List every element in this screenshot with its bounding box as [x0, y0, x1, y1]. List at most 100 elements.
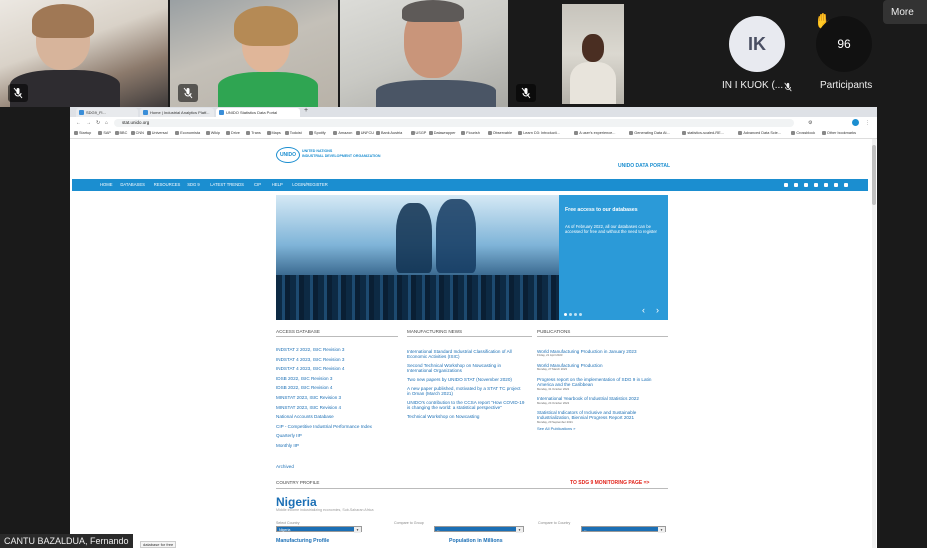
publication-link[interactable]: World Manufacturing Production Monday, 27… — [537, 363, 603, 372]
bookmark-item[interactable]: Other bookmarks — [821, 130, 856, 137]
participants-count[interactable]: 96 — [816, 16, 872, 72]
news-link[interactable]: International Standard Industrial Classi… — [407, 349, 512, 360]
database-link[interactable]: MINSTAT 2023, ISIC Revision 4 — [276, 405, 341, 410]
database-link[interactable]: INDSTAT 4 2023, ISIC Revision 3 — [276, 357, 344, 362]
carousel-next-icon[interactable]: › — [656, 305, 659, 315]
video-tile-participant-1[interactable] — [0, 0, 168, 107]
bookmark-item[interactable]: CNN — [130, 130, 144, 137]
bookmark-item[interactable]: Todoist — [284, 130, 302, 137]
menu-item[interactable]: RESOURCES — [154, 182, 181, 187]
more-button[interactable]: More — [883, 0, 927, 24]
back-icon[interactable]: ← — [76, 120, 81, 126]
video-tile-participant-4[interactable] — [562, 4, 624, 104]
database-link[interactable]: National Accounts Database — [276, 414, 334, 419]
facebook-icon[interactable] — [784, 182, 788, 187]
instagram-icon[interactable] — [844, 182, 848, 187]
bookmark-item[interactable]: USGP — [410, 130, 426, 137]
carousel-prev-icon[interactable]: ‹ — [642, 305, 645, 315]
news-link[interactable]: A new paper published, motivated by a ST… — [407, 386, 521, 397]
home-icon[interactable]: ⌂ — [105, 120, 108, 126]
carousel-dot[interactable] — [564, 313, 567, 316]
see-all-publications-link[interactable]: See All Publications » — [537, 426, 575, 431]
participants-label[interactable]: Participants — [820, 80, 872, 91]
linkedin-icon[interactable] — [824, 182, 828, 187]
publication-link[interactable]: World Manufacturing Production in Januar… — [537, 349, 637, 358]
bookmark-item[interactable]: Learn D3: Introducti... — [518, 130, 560, 137]
compare-group-dropdown[interactable]: -- ▾ — [434, 526, 524, 533]
bookmark-item[interactable]: Advanced Data Scie... — [738, 130, 781, 137]
publication-link[interactable]: Statistical Indicators of Inclusive and … — [537, 410, 636, 424]
forward-icon[interactable]: → — [86, 120, 91, 126]
portal-label[interactable]: UNIDO DATA PORTAL — [618, 163, 670, 169]
bookmark-item[interactable]: Drive — [226, 130, 240, 137]
twitter-icon[interactable] — [794, 182, 798, 187]
publication-link[interactable]: International Yearbook of Industrial Sta… — [537, 396, 639, 405]
publication-link[interactable]: Progress report on the implementation of… — [537, 377, 651, 391]
bookmark-item[interactable]: Datawrapper — [428, 130, 456, 137]
bookmark-item[interactable]: A user's experience... — [574, 130, 615, 137]
database-link[interactable]: INDSTAT 2 2022, ISIC Revision 3 — [276, 347, 344, 352]
url-input[interactable]: stat.unido.org — [114, 119, 794, 127]
bookmark-item[interactable]: Maps — [266, 130, 281, 137]
unido-logo[interactable]: UNIDO — [276, 147, 300, 163]
reload-icon[interactable]: ↻ — [96, 120, 100, 126]
carousel-dot[interactable] — [574, 313, 577, 316]
browser-tab-active[interactable]: UNIDO Statistics Data Portal — [216, 108, 300, 117]
youtube-icon[interactable] — [814, 182, 818, 187]
bookmark-item[interactable]: Startup — [74, 130, 91, 137]
bookmark-item[interactable]: BBC — [114, 130, 127, 137]
bookmark-item[interactable]: Bank Austria — [375, 130, 402, 137]
database-link[interactable]: IDSB 2022, ISIC Revision 3 — [276, 376, 332, 381]
menu-item[interactable]: SDG 9 — [187, 182, 200, 187]
bookmark-item[interactable]: Universal — [146, 130, 168, 137]
bookmark-item[interactable]: Amazon — [333, 130, 352, 137]
bookmark-item[interactable]: Economista — [175, 130, 200, 137]
database-link[interactable]: Monthly IIP — [276, 443, 299, 448]
database-link[interactable]: INDSTAT 4 2023, ISIC Revision 4 — [276, 366, 344, 371]
bookmark-item[interactable]: Observable — [487, 130, 512, 137]
scrollbar-thumb[interactable] — [872, 145, 876, 205]
database-link[interactable]: IDSB 2022, ISIC Revision 4 — [276, 385, 332, 390]
compare-country-dropdown[interactable]: -- ▾ — [581, 526, 666, 533]
menu-item[interactable]: LOGIN/REGISTER — [292, 182, 328, 187]
bookmark-item[interactable]: Trans — [246, 130, 261, 137]
bookmark-item[interactable]: Crossblock — [791, 130, 815, 137]
extensions-icon[interactable]: ⚙ — [808, 120, 812, 126]
video-tile-participant-3[interactable] — [340, 0, 508, 107]
news-link[interactable]: Second Technical Workshop on Nowcasting … — [407, 363, 501, 374]
menu-item[interactable]: HOME — [100, 182, 113, 187]
database-link[interactable]: CIP - Competitive Industrial Performance… — [276, 424, 372, 429]
video-tile-participant-2[interactable] — [170, 0, 338, 107]
news-link[interactable]: UNIDO's contribution to the CCSA report … — [407, 400, 524, 411]
archived-link[interactable]: Archived — [276, 464, 294, 469]
bookmark-item[interactable]: UNFCU — [355, 130, 374, 137]
page-scrollbar[interactable] — [872, 139, 876, 548]
menu-item[interactable]: LATEST TRENDS — [210, 182, 244, 187]
bookmark-item[interactable]: statistics-scaled-RE... — [682, 130, 724, 137]
browser-tab[interactable]: SDG9_Fl... — [76, 108, 138, 117]
database-link[interactable]: Quarterly IIP — [276, 433, 302, 438]
new-tab-button[interactable]: + — [304, 107, 308, 114]
news-link[interactable]: Two new papers by UNIDO STAT (November 2… — [407, 377, 512, 382]
hero-carousel[interactable]: Free access to our databases As of Febru… — [276, 195, 668, 320]
manufacturing-news-heading: MANUFACTURING NEWS — [407, 329, 463, 334]
menu-item[interactable]: CIP — [254, 182, 261, 187]
news-link[interactable]: Technical Workshop on Nowcasting — [407, 414, 479, 419]
rss-icon[interactable] — [834, 182, 838, 187]
bookmark-item[interactable]: Spotify — [309, 130, 326, 137]
flickr-icon[interactable] — [804, 182, 808, 187]
database-link[interactable]: MINSTAT 2023, ISIC Revision 3 — [276, 395, 341, 400]
carousel-dot[interactable] — [579, 313, 582, 316]
profile-avatar[interactable] — [852, 119, 859, 126]
bookmark-item[interactable]: Generating Data At... — [629, 130, 670, 137]
bookmark-item[interactable]: SAP — [98, 130, 111, 137]
menu-item[interactable]: DATABASES — [120, 182, 145, 187]
bookmark-item[interactable]: Flourish — [461, 130, 480, 137]
menu-item[interactable]: HELP — [272, 182, 283, 187]
select-country-dropdown[interactable]: Nigeria ▾ — [276, 526, 362, 533]
menu-icon[interactable]: ⋮ — [865, 120, 870, 126]
carousel-dot[interactable] — [569, 313, 572, 316]
sdg9-monitoring-link[interactable]: TO SDG 9 MONITORING PAGE => — [570, 480, 649, 486]
bookmark-item[interactable]: Wikip — [205, 130, 220, 137]
browser-tab[interactable]: Home | Industrial Analytics Platf... — [140, 108, 214, 117]
